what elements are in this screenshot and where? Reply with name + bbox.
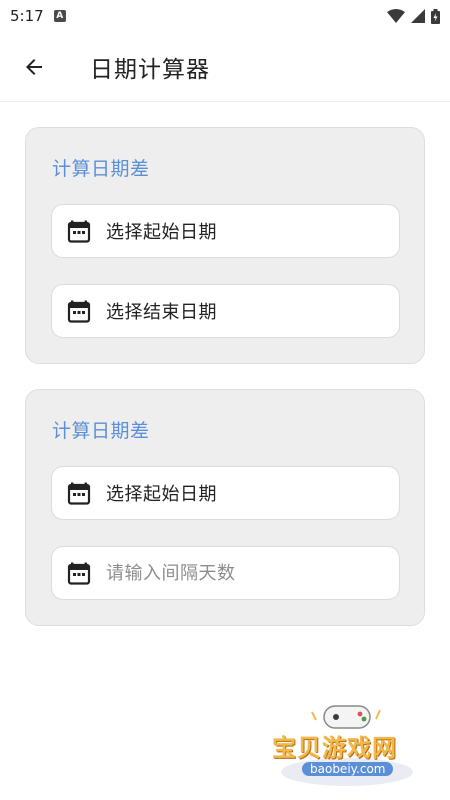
date-diff-card: 计算日期差 选择起始日期 选择结束日期 xyxy=(25,127,425,364)
end-date-picker[interactable]: 选择结束日期 xyxy=(51,284,400,338)
interval-days-field[interactable] xyxy=(51,546,400,600)
calendar-icon xyxy=(66,218,92,244)
back-button[interactable] xyxy=(14,47,54,87)
notification-icon: A xyxy=(53,10,66,22)
end-date-label: 选择结束日期 xyxy=(106,302,217,323)
start-date-label: 选择起始日期 xyxy=(106,222,217,243)
arrow-left-icon xyxy=(26,58,42,75)
start-date-picker[interactable]: 选择起始日期 xyxy=(51,204,400,258)
status-bar: 5:17 A xyxy=(0,0,450,32)
calendar-icon xyxy=(66,298,92,324)
start-date-label: 选择起始日期 xyxy=(106,484,217,505)
calendar-icon xyxy=(66,560,92,586)
status-time: 5:17 xyxy=(10,7,44,25)
start-date-picker[interactable]: 选择起始日期 xyxy=(51,466,400,520)
interval-days-input[interactable] xyxy=(106,562,386,584)
app-bar: 日期计算器 xyxy=(0,32,450,102)
date-offset-card: 计算日期差 选择起始日期 xyxy=(25,389,425,626)
watermark-site: baobeiy.com xyxy=(302,762,394,776)
watermark-text: 宝贝游戏网 xyxy=(272,734,397,762)
calendar-icon xyxy=(66,480,92,506)
wifi-icon xyxy=(387,9,405,23)
card-title: 计算日期差 xyxy=(52,420,150,442)
page-title: 日期计算器 xyxy=(90,56,210,83)
battery-icon xyxy=(431,8,440,24)
signal-icon xyxy=(411,9,425,23)
watermark: 宝贝游戏网 baobeiy.com xyxy=(272,700,422,788)
card-title: 计算日期差 xyxy=(52,158,150,180)
